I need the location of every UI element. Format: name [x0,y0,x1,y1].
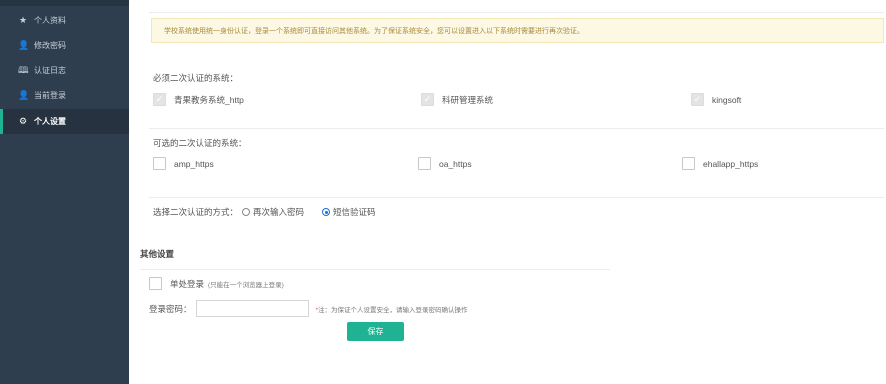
divider [149,197,884,198]
divider [149,128,884,129]
sidebar-item-change-password[interactable]: 👤 修改密码 [0,33,129,58]
single-login-label: 单处登录 [170,278,205,289]
sidebar-item-personal-settings[interactable]: ⚙ 个人设置 [0,109,129,134]
checkbox-checked-disabled: ✓ [421,93,434,106]
sidebar-item-label: 个人设置 [34,117,66,126]
book-icon: 🕮 [18,64,29,75]
single-login-note: (只能在一个浏览器上登录) [208,281,284,289]
sidebar-item-auth-log[interactable]: 🕮 认证日志 [0,58,129,83]
save-button[interactable]: 保存 [347,322,404,341]
required-systems-title: 必须二次认证的系统： [153,73,239,83]
optional-systems-title: 可选的二次认证的系统： [153,138,247,148]
password-row: 登录密码： *注：为保证个人设置安全，请输入登录密码确认操作 [149,300,468,317]
optional-system-oa[interactable]: oa_https [418,157,472,170]
checkbox-checked-disabled: ✓ [691,93,704,106]
sidebar-item-profile[interactable]: ★ 个人资料 [0,8,129,33]
sidebar: ★ 个人资料 👤 修改密码 🕮 认证日志 👤 当前登录 ⚙ 个人设置 [0,0,129,384]
checkbox-label: ehallapp_https [703,158,759,169]
main-content: 学校系统使用统一身份认证，登录一个系统即可直接访问其他系统。为了保证系统安全，您… [129,0,886,384]
checkbox-label: kingsoft [712,94,742,105]
sidebar-item-label: 个人资料 [34,16,66,25]
star-icon: ★ [18,15,28,25]
required-system-kingsoft: ✓ kingsoft [691,93,741,106]
user-icon: 👤 [18,40,30,50]
sidebar-item-label: 认证日志 [34,66,66,75]
checkbox[interactable] [682,157,695,170]
notice-banner: 学校系统使用统一身份认证，登录一个系统即可直接访问其他系统。为了保证系统安全，您… [151,18,884,43]
checkbox-label: oa_https [439,158,472,169]
single-login-checkbox[interactable] [149,277,162,290]
single-login-row[interactable]: 单处登录 (只能在一个浏览器上登录) [149,277,284,290]
divider [149,12,884,13]
radio-password[interactable] [242,208,251,216]
divider [140,269,610,270]
checkbox-label: 青果教务系统_http [174,94,244,105]
checkbox-label: 科研管理系统 [442,94,494,105]
password-note-text: 注：为保证个人设置安全，请输入登录密码确认操作 [318,306,468,314]
checkbox[interactable] [153,157,166,170]
sidebar-top-bar [0,0,129,6]
checkbox[interactable] [418,157,431,170]
auth-method-row: 选择二次认证的方式： 再次输入密码 短信验证码 [153,206,376,218]
sidebar-item-current-login[interactable]: 👤 当前登录 [0,83,129,108]
sidebar-item-label: 修改密码 [34,41,66,50]
radio-label[interactable]: 短信验证码 [333,206,376,218]
optional-system-amp[interactable]: amp_https [153,157,214,170]
auth-method-label: 选择二次认证的方式： [153,207,239,217]
required-system-research: ✓ 科研管理系统 [421,93,493,106]
user-lock-icon: 👤 [18,90,30,100]
required-system-qingguo: ✓ 青果教务系统_http [153,93,244,106]
radio-sms[interactable] [322,208,331,216]
checkbox-checked-disabled: ✓ [153,93,166,106]
radio-label[interactable]: 再次输入密码 [253,206,304,218]
optional-system-ehallapp[interactable]: ehallapp_https [682,157,758,170]
checkbox-label: amp_https [174,158,214,169]
password-label: 登录密码： [149,303,192,314]
gear-icon: ⚙ [18,116,28,126]
other-settings-title: 其他设置 [140,249,175,259]
sidebar-item-label: 当前登录 [34,91,66,100]
password-note: *注：为保证个人设置安全，请输入登录密码确认操作 [316,304,468,314]
password-input[interactable] [195,300,309,317]
